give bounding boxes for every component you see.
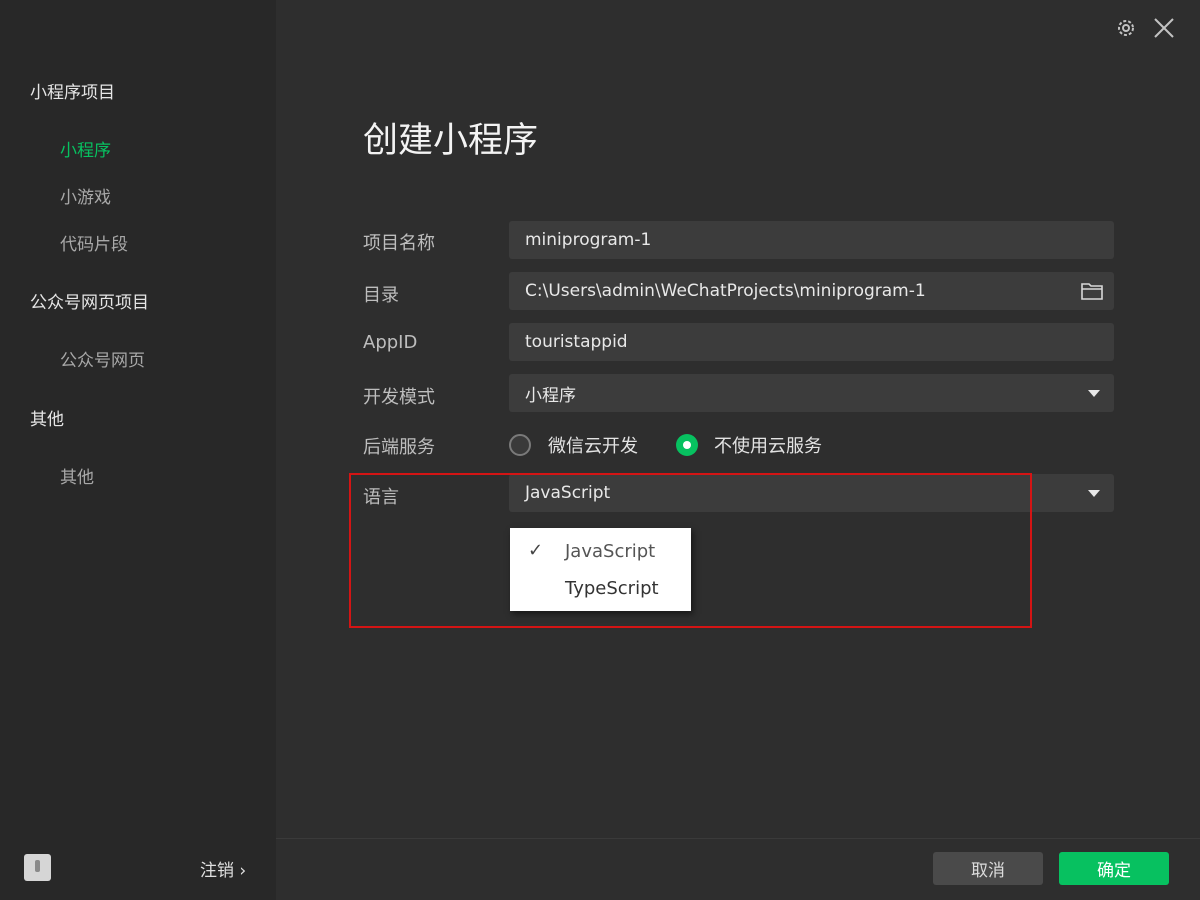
sidebar-item-miniprogram[interactable]: 小程序 [60,136,111,161]
backend-label: 后端服务 [363,437,435,458]
sidebar-group-official-web: 公众号网页项目 [30,293,149,313]
cancel-button[interactable]: 取消 [933,852,1043,885]
project-name-label: 项目名称 [363,233,435,254]
dropdown-option-javascript[interactable]: JavaScript [565,541,655,562]
language-dropdown-menu: ✓ JavaScript TypeScript [510,528,691,611]
appid-label: AppID [363,332,418,353]
logout-button[interactable]: 注销 › [200,856,246,881]
appid-input[interactable]: touristappid [509,323,1114,361]
folder-icon[interactable] [1080,280,1104,307]
radio-wechat-cloud-label[interactable]: 微信云开发 [548,432,638,458]
radio-no-cloud[interactable] [676,434,698,456]
project-name-input[interactable]: miniprogram-1 [509,221,1114,259]
sidebar-item-code-snippet[interactable]: 代码片段 [60,230,128,255]
gear-icon[interactable] [1115,17,1137,43]
radio-no-cloud-label[interactable]: 不使用云服务 [714,432,822,458]
chevron-down-icon [1088,390,1100,397]
dropdown-option-typescript[interactable]: TypeScript [565,578,659,599]
dev-mode-select[interactable]: 小程序 [509,374,1114,412]
sidebar-group-other: 其他 [30,410,64,430]
sidebar-item-official-web[interactable]: 公众号网页 [60,346,145,371]
sidebar: 小程序项目 小程序 小游戏 代码片段 公众号网页项目 公众号网页 其他 其他 注… [0,0,276,900]
footer-divider [276,838,1200,839]
backend-radio-group: 微信云开发 不使用云服务 [509,430,822,460]
check-icon: ✓ [528,540,544,561]
dev-mode-value: 小程序 [525,385,576,406]
sidebar-item-minigame[interactable]: 小游戏 [60,183,111,208]
page-title: 创建小程序 [363,121,539,161]
chevron-down-icon [1088,490,1100,497]
directory-label: 目录 [363,285,399,306]
sidebar-group-miniprogram: 小程序项目 [30,83,115,103]
directory-value: C:\Users\admin\WeChatProjects\miniprogra… [525,281,926,301]
project-name-value: miniprogram-1 [525,230,652,250]
confirm-button[interactable]: 确定 [1059,852,1169,885]
directory-input[interactable]: C:\Users\admin\WeChatProjects\miniprogra… [509,272,1114,310]
sidebar-item-other[interactable]: 其他 [60,463,94,488]
appid-value: touristappid [525,332,628,352]
close-icon[interactable] [1153,17,1175,43]
radio-wechat-cloud[interactable] [509,434,531,456]
avatar[interactable] [24,854,51,881]
dev-mode-label: 开发模式 [363,387,435,408]
